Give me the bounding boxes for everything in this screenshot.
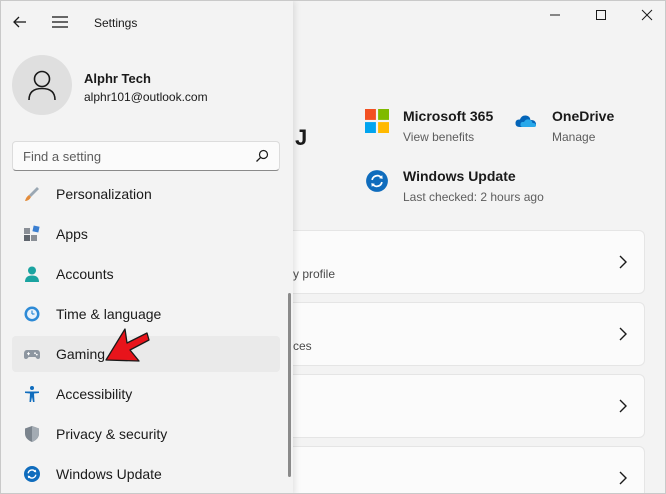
- sidebar-item-label: Time & language: [56, 306, 162, 322]
- sidebar-item-personalization[interactable]: Personalization: [12, 176, 280, 212]
- windows-update-icon: [24, 466, 40, 482]
- avatar[interactable]: [12, 55, 72, 115]
- sidebar-item-label: Privacy & security: [56, 426, 168, 442]
- close-button[interactable]: [633, 7, 661, 23]
- minimize-icon: [550, 14, 560, 16]
- chevron-right-icon: [619, 327, 627, 341]
- sidebar-item-label: Accessibility: [56, 386, 133, 402]
- microsoft-365-icon: [365, 109, 389, 133]
- gaming-controller-icon: [24, 350, 40, 359]
- microsoft-365-sub: View benefits: [403, 130, 475, 144]
- microsoft-365-link[interactable]: Microsoft 365 View benefits: [365, 107, 493, 144]
- close-icon: [641, 9, 653, 21]
- maximize-button[interactable]: [587, 7, 615, 23]
- sidebar-scrollbar[interactable]: [288, 293, 291, 477]
- sidebar-item-label: Personalization: [56, 186, 152, 202]
- minimize-button[interactable]: [541, 7, 569, 23]
- accessibility-icon: [25, 386, 39, 402]
- search-box: [12, 141, 280, 171]
- user-avatar-icon: [28, 70, 56, 101]
- sidebar-item-windows-update[interactable]: Windows Update: [12, 456, 280, 492]
- sidebar-item-apps[interactable]: Apps: [12, 216, 280, 252]
- sidebar-item-label: Accounts: [56, 266, 114, 282]
- user-email: alphr101@outlook.com: [84, 90, 208, 104]
- chevron-right-icon: [619, 399, 627, 413]
- settings-window: J Microsoft 365 View benefits OneDrive M…: [0, 0, 666, 494]
- onedrive-sub: Manage: [552, 130, 596, 144]
- hamburger-menu-icon[interactable]: [51, 14, 69, 30]
- sidebar-item-accessibility[interactable]: Accessibility: [12, 376, 280, 412]
- maximize-icon: [596, 10, 606, 20]
- sidebar-item-accounts[interactable]: Accounts: [12, 256, 280, 292]
- settings-card[interactable]: y profile: [293, 230, 645, 294]
- accounts-icon: [25, 266, 39, 282]
- settings-card[interactable]: ces: [293, 302, 645, 366]
- card-text-fragment: y profile: [293, 267, 336, 281]
- windows-update-title: Windows Update: [403, 168, 516, 184]
- windows-update-sub: Last checked: 2 hours ago: [403, 190, 544, 204]
- chevron-right-icon: [619, 471, 627, 485]
- windows-update-link[interactable]: Windows Update Last checked: 2 hours ago: [365, 167, 544, 204]
- user-name: Alphr Tech: [84, 71, 151, 86]
- user-initials-fragment: J: [295, 125, 309, 150]
- search-icon[interactable]: [255, 149, 269, 163]
- sidebar-item-label: Windows Update: [56, 466, 162, 482]
- title-bar: Settings: [1, 1, 293, 41]
- microsoft-365-title: Microsoft 365: [403, 108, 494, 124]
- sidebar-item-label: Apps: [56, 226, 88, 242]
- windows-update-sync-icon: [366, 170, 388, 192]
- shield-icon: [25, 426, 39, 442]
- back-arrow-icon[interactable]: [11, 13, 29, 31]
- red-pointer-arrow-icon: [105, 328, 150, 362]
- sidebar-item-privacy-security[interactable]: Privacy & security: [12, 416, 280, 452]
- paint-brush-icon: [25, 187, 39, 201]
- apps-icon: [24, 225, 40, 241]
- time-language-icon: [24, 306, 40, 322]
- onedrive-link[interactable]: OneDrive Manage: [514, 107, 614, 144]
- settings-card[interactable]: [293, 374, 645, 438]
- sidebar-item-label: Gaming: [56, 346, 106, 362]
- navigation-pane: Settings Alphr Tech alphr101@outlook.com: [1, 1, 293, 493]
- search-input[interactable]: [13, 142, 253, 170]
- onedrive-cloud-icon: [515, 115, 537, 127]
- settings-card[interactable]: [293, 446, 645, 493]
- chevron-right-icon: [619, 255, 627, 269]
- onedrive-title: OneDrive: [552, 108, 615, 124]
- app-title: Settings: [94, 16, 138, 30]
- card-text-fragment: ces: [293, 339, 312, 353]
